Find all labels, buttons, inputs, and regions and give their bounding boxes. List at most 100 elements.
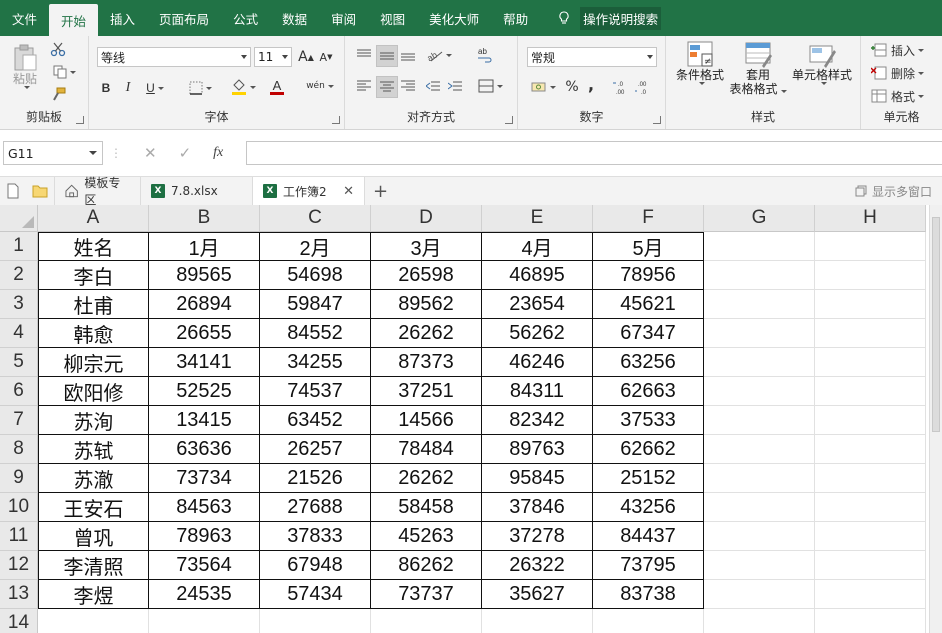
row-header-14[interactable]: 14: [0, 609, 38, 633]
bold-button[interactable]: B: [97, 78, 115, 98]
cell-a7[interactable]: 苏洵: [38, 406, 149, 435]
cell-c1[interactable]: 2月: [260, 232, 371, 261]
cell-c2[interactable]: 54698: [260, 261, 371, 290]
cell-a10[interactable]: 王安石: [38, 493, 149, 522]
cell-g3[interactable]: [704, 290, 815, 319]
cell-d2[interactable]: 26598: [371, 261, 482, 290]
enter-check-icon[interactable]: ✓: [179, 144, 192, 162]
cell-b5[interactable]: 34141: [149, 348, 260, 377]
cell-h1[interactable]: [815, 232, 926, 261]
percent-button[interactable]: %: [563, 77, 581, 97]
cell-g8[interactable]: [704, 435, 815, 464]
insert-cells-button[interactable]: 插入: [871, 40, 939, 60]
cell-g12[interactable]: [704, 551, 815, 580]
cancel-icon[interactable]: ✕: [144, 144, 157, 162]
cell-a1[interactable]: 姓名: [38, 232, 149, 261]
cell-b12[interactable]: 73564: [149, 551, 260, 580]
decrease-decimal-button[interactable]: .00.0: [634, 77, 654, 97]
row-header-12[interactable]: 12: [0, 551, 38, 580]
dialog-launcher-icon[interactable]: [332, 116, 340, 124]
row-header-7[interactable]: 7: [0, 406, 38, 435]
cell-d5[interactable]: 87373: [371, 348, 482, 377]
cell-a13[interactable]: 李煜: [38, 580, 149, 609]
font-color-button[interactable]: A: [261, 76, 293, 98]
format-painter-button[interactable]: [48, 86, 68, 104]
tell-me-search[interactable]: 操作说明搜索: [558, 6, 662, 30]
cell-f14[interactable]: [593, 609, 704, 633]
increase-decimal-button[interactable]: .0.00: [612, 77, 632, 97]
insert-function-button[interactable]: fx: [213, 145, 223, 161]
grow-font-button[interactable]: A ▲: [297, 47, 315, 67]
cell-e6[interactable]: 84311: [482, 377, 593, 406]
cell-f11[interactable]: 84437: [593, 522, 704, 551]
cell-f9[interactable]: 25152: [593, 464, 704, 493]
cell-c5[interactable]: 34255: [260, 348, 371, 377]
cell-a8[interactable]: 苏轼: [38, 435, 149, 464]
row-header-9[interactable]: 9: [0, 464, 38, 493]
decrease-indent-button[interactable]: [423, 76, 443, 96]
cell-h14[interactable]: [815, 609, 926, 633]
show-multi-window-button[interactable]: 显示多窗口: [845, 177, 942, 205]
cell-b4[interactable]: 26655: [149, 319, 260, 348]
cell-c14[interactable]: [260, 609, 371, 633]
align-bottom-button[interactable]: [398, 45, 418, 65]
column-header-c[interactable]: C: [260, 205, 371, 232]
cut-button[interactable]: [48, 40, 68, 58]
vertical-scrollbar[interactable]: [929, 205, 942, 633]
cell-d6[interactable]: 37251: [371, 377, 482, 406]
cell-e10[interactable]: 37846: [482, 493, 593, 522]
row-header-1[interactable]: 1: [0, 232, 38, 261]
row-header-4[interactable]: 4: [0, 319, 38, 348]
align-center-button[interactable]: [376, 76, 398, 98]
cell-d12[interactable]: 86262: [371, 551, 482, 580]
cell-h11[interactable]: [815, 522, 926, 551]
cell-h12[interactable]: [815, 551, 926, 580]
formula-input[interactable]: [246, 141, 942, 165]
row-header-10[interactable]: 10: [0, 493, 38, 522]
cell-d3[interactable]: 89562: [371, 290, 482, 319]
tab-view[interactable]: 视图: [368, 0, 417, 36]
cell-h4[interactable]: [815, 319, 926, 348]
cell-f1[interactable]: 5月: [593, 232, 704, 261]
column-header-a[interactable]: A: [38, 205, 149, 232]
align-right-button[interactable]: [398, 76, 418, 96]
align-left-button[interactable]: [354, 76, 374, 96]
cell-h9[interactable]: [815, 464, 926, 493]
cell-g4[interactable]: [704, 319, 815, 348]
cell-b14[interactable]: [149, 609, 260, 633]
cell-d9[interactable]: 26262: [371, 464, 482, 493]
cell-b10[interactable]: 84563: [149, 493, 260, 522]
phonetic-button[interactable]: wén: [303, 74, 337, 98]
tab-workbook2[interactable]: X 工作簿2 ✕: [253, 177, 365, 205]
cell-b3[interactable]: 26894: [149, 290, 260, 319]
cell-c13[interactable]: 57434: [260, 580, 371, 609]
cell-c7[interactable]: 63452: [260, 406, 371, 435]
underline-button[interactable]: U: [141, 78, 169, 98]
tab-insert[interactable]: 插入: [98, 0, 147, 36]
cell-g9[interactable]: [704, 464, 815, 493]
cell-e4[interactable]: 56262: [482, 319, 593, 348]
cell-d8[interactable]: 78484: [371, 435, 482, 464]
increase-indent-button[interactable]: [445, 76, 465, 96]
format-cells-button[interactable]: 格式: [871, 86, 939, 106]
paste-button[interactable]: 粘贴: [8, 40, 42, 92]
accounting-format-button[interactable]: [527, 77, 559, 97]
cell-a9[interactable]: 苏澈: [38, 464, 149, 493]
cell-f6[interactable]: 62663: [593, 377, 704, 406]
cell-h6[interactable]: [815, 377, 926, 406]
tab-beautify[interactable]: 美化大师: [417, 0, 491, 36]
cell-c10[interactable]: 27688: [260, 493, 371, 522]
tab-data[interactable]: 数据: [270, 0, 319, 36]
cell-a14[interactable]: [38, 609, 149, 633]
cell-h10[interactable]: [815, 493, 926, 522]
cell-h7[interactable]: [815, 406, 926, 435]
name-box[interactable]: G11: [3, 141, 103, 165]
column-header-f[interactable]: F: [593, 205, 704, 232]
select-all-button[interactable]: [0, 205, 38, 232]
new-file-button[interactable]: [0, 177, 26, 205]
orientation-button[interactable]: ab: [425, 45, 453, 65]
cell-g5[interactable]: [704, 348, 815, 377]
tab-file[interactable]: 文件: [0, 0, 49, 36]
dialog-launcher-icon[interactable]: [505, 116, 513, 124]
borders-button[interactable]: [185, 78, 215, 98]
